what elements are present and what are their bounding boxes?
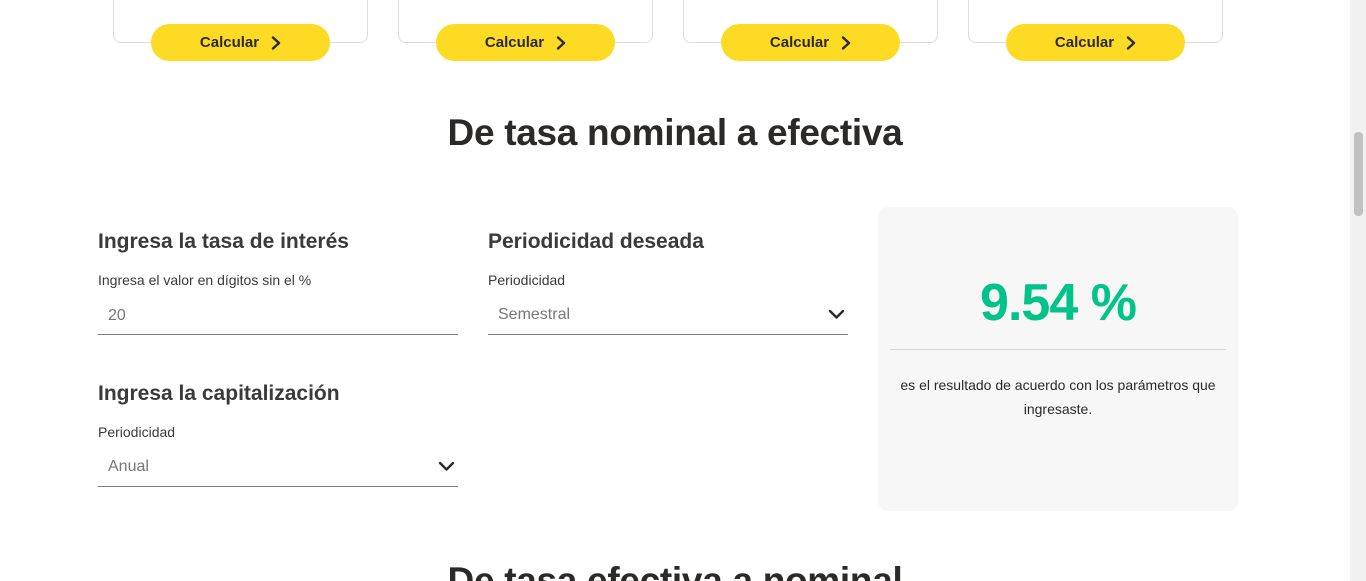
desired-periodicity-title: Periodicidad deseada [488,230,704,253]
scrollbar-thumb[interactable] [1354,132,1363,216]
capitalization-value: Anual [108,458,149,475]
interest-rate-label: Ingresa el valor en dígitos sin el % [98,272,312,288]
calculate-button[interactable]: Calcular [1006,24,1185,61]
result-divider [890,349,1226,350]
chevron-down-icon [438,461,455,471]
calculate-button-label: Calcular [1054,34,1115,51]
desired-periodicity-value: Semestral [498,306,571,323]
desired-periodicity-select[interactable]: Semestral [488,302,848,335]
calculate-button[interactable]: Calcular [721,24,900,61]
capitalization-label: Periodicidad [98,424,176,440]
calculate-button-label: Calcular [484,34,545,51]
section-title: De tasa nominal a efectiva [447,112,903,153]
desired-periodicity-field: Periodicidad deseada Periodicidad Semest… [488,230,848,335]
capitalization-select[interactable]: Anual [98,454,458,487]
chevron-right-icon [556,35,566,50]
desired-periodicity-label: Periodicidad [488,272,566,288]
calculate-button[interactable]: Calcular [151,24,330,61]
result-panel: 9.54 % es el resultado de acuerdo con lo… [878,207,1238,511]
next-section-title: De tasa efectiva a nominal [447,560,903,581]
page-scrollbar[interactable] [1350,0,1366,581]
chevron-down-icon [828,309,845,319]
capitalization-field: Ingresa la capitalización Periodicidad A… [98,382,458,487]
calculate-button-label: Calcular [199,34,260,51]
calculate-button-label: Calcular [769,34,830,51]
capitalization-title: Ingresa la capitalización [98,382,340,405]
result-description: es el resultado de acuerdo con los parám… [900,377,1216,417]
interest-rate-field: Ingresa la tasa de interés Ingresa el va… [98,230,458,335]
interest-rate-input-wrapper [98,302,458,335]
chevron-right-icon [271,35,281,50]
calculate-button[interactable]: Calcular [436,24,615,61]
chevron-right-icon [1126,35,1136,50]
interest-rate-title: Ingresa la tasa de interés [98,230,349,253]
chevron-right-icon [841,35,851,50]
calculator-cards-row: Calcular Calcular Calcular Calcular [0,0,1350,70]
result-value: 9.54 % [980,274,1137,332]
interest-rate-input[interactable] [98,302,458,330]
